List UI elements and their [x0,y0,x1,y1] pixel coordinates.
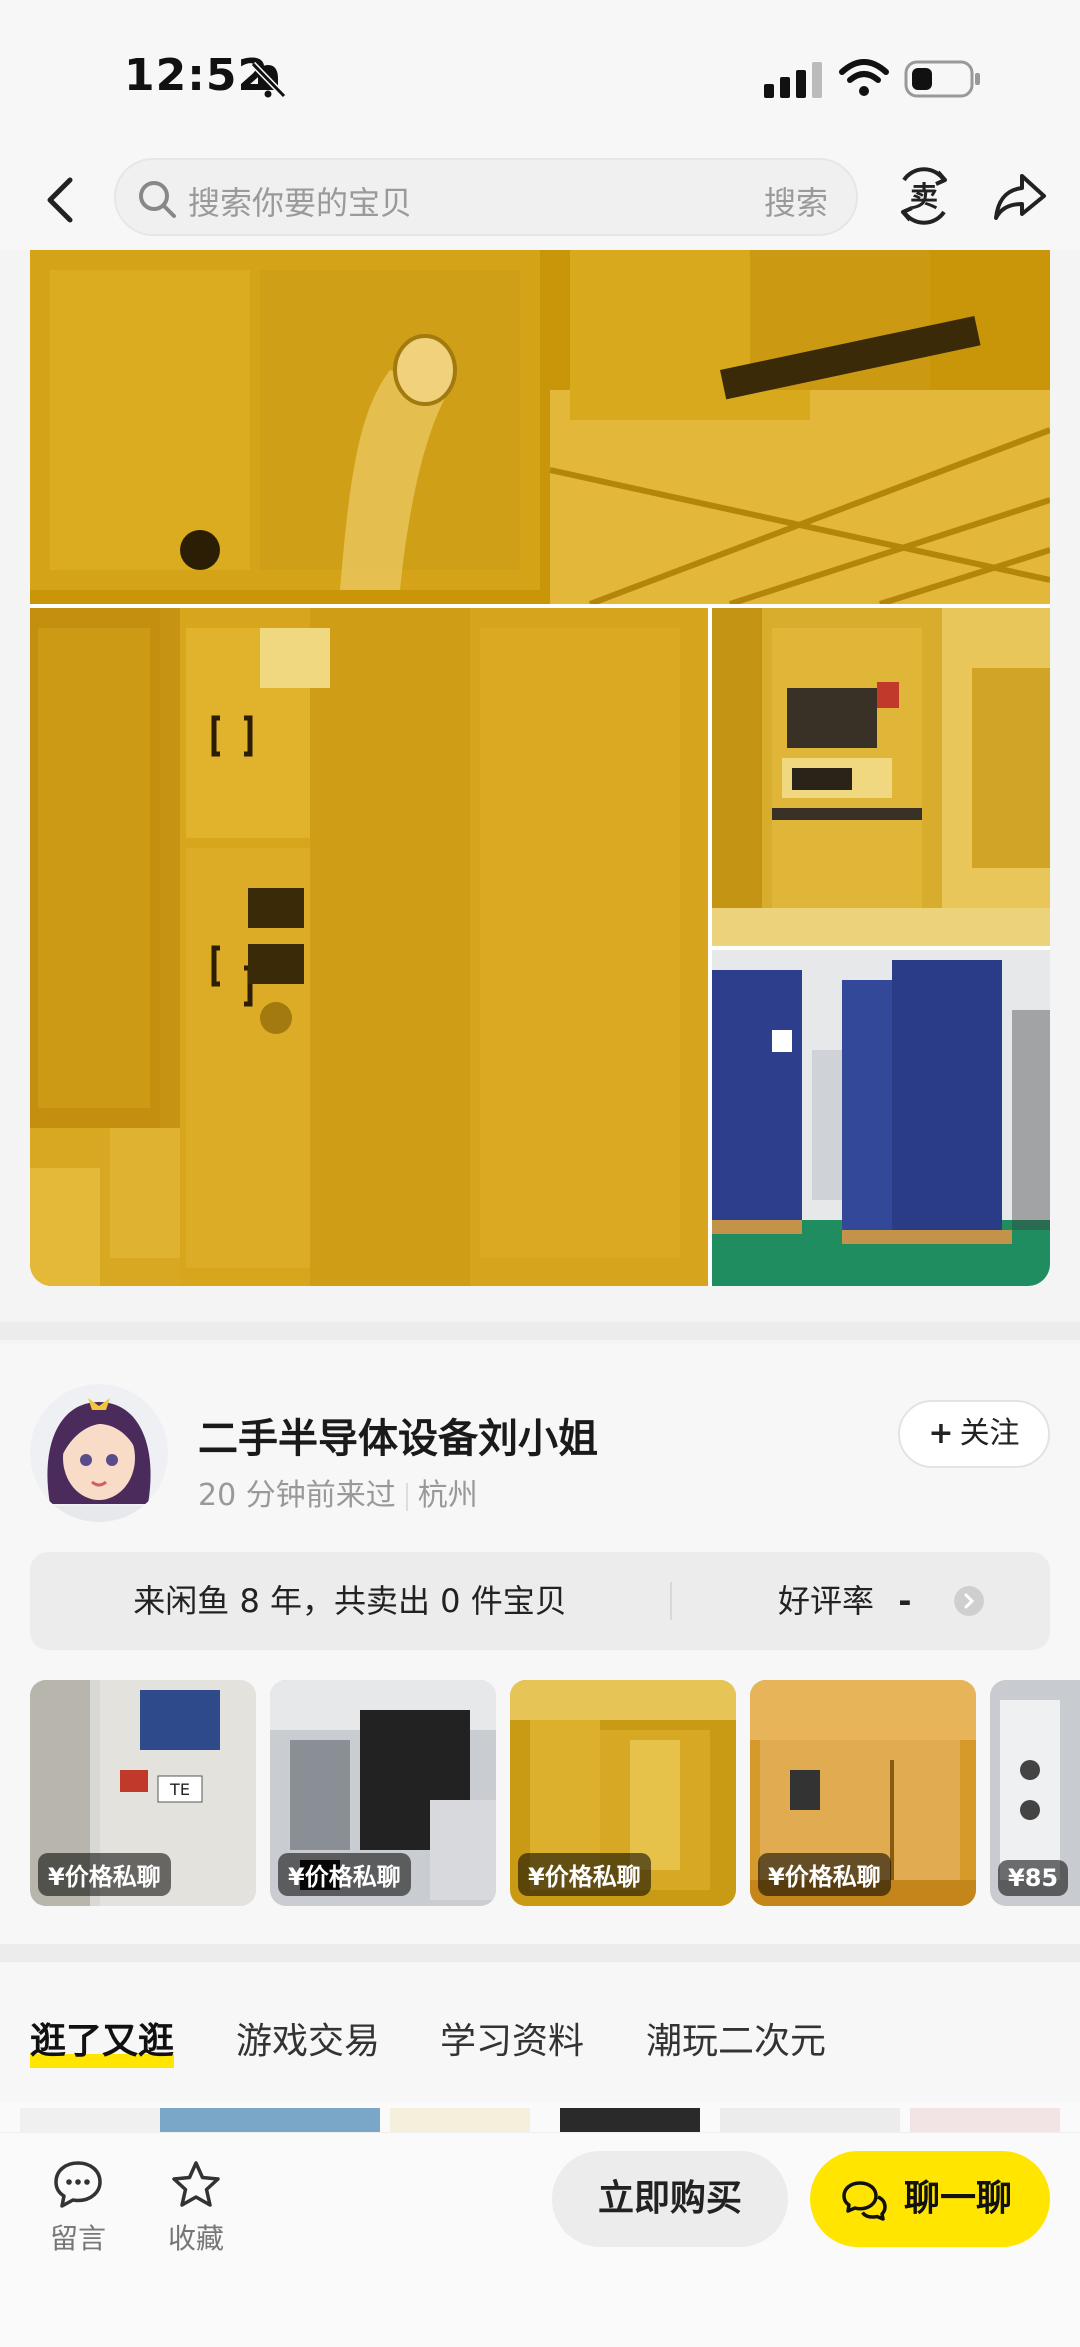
item-price-badge: ¥价格私聊 [758,1853,891,1896]
seller-meta: 20 分钟前来过 杭州 [198,1470,478,1514]
stats-divider [670,1582,672,1620]
recommendation-tabs: 逛了又逛 游戏交易 学习资料 潮玩二次元 [0,1962,1080,2102]
product-photo-1[interactable] [30,250,1050,604]
tab-toys-anime[interactable]: 潮玩二次元 [646,2012,826,2064]
favorite-label: 收藏 [167,2222,224,2255]
rating-value: - [898,1582,912,1620]
favorite-button[interactable]: 收藏 [156,2159,236,2257]
section-divider [0,1322,1080,1340]
chat-label: 聊一聊 [904,2178,1013,2219]
product-photo-collage[interactable] [30,250,1050,1286]
buy-now-button[interactable]: 立即购买 [552,2151,788,2247]
battery-icon [904,60,980,98]
chevron-right-icon [954,1586,984,1616]
share-icon[interactable] [992,168,1048,224]
star-icon [172,2161,220,2207]
tab-game-trade[interactable]: 游戏交易 [236,2012,380,2064]
product-photo-3[interactable] [712,608,1050,946]
seller-item-thumb[interactable]: ¥85 [990,1680,1080,1906]
seller-summary: 来闲鱼 8 年，共卖出 0 件宝贝 [133,1582,567,1620]
top-nav-bar: 搜索你要的宝贝 搜索 卖 [0,150,1080,250]
item-price-badge: ¥价格私聊 [278,1853,411,1896]
bottom-action-bar: 留言 收藏 立即购买 聊一聊 [0,2132,1080,2347]
tab-browse-more[interactable]: 逛了又逛 [30,2012,175,2068]
seller-stats-bar[interactable]: 来闲鱼 8 年，共卖出 0 件宝贝 好评率 - [30,1552,1050,1650]
seller-item-thumb[interactable]: ¥价格私聊 [270,1680,496,1906]
seller-avatar[interactable] [30,1384,168,1522]
bell-muted-icon [250,61,287,99]
thumb-sticker-text: TE [169,1780,190,1799]
meta-divider [405,1482,408,1511]
feed-preview [0,2102,1080,2132]
search-button[interactable]: 搜索 [764,178,828,224]
section-divider [0,1944,1080,1962]
seller-last-seen: 20 分钟前来过 [198,1478,396,1513]
tab-study-materials[interactable]: 学习资料 [440,2012,584,2064]
seller-item-thumb[interactable]: TE ¥价格私聊 [30,1680,256,1906]
message-button[interactable]: 留言 [38,2159,118,2257]
seller-item-thumb[interactable]: ¥价格私聊 [510,1680,736,1906]
comment-icon [54,2161,102,2208]
seller-name[interactable]: 二手半导体设备刘小姐 [198,1406,598,1464]
chat-bubble-icon [842,2181,887,2221]
item-price-badge: ¥价格私聊 [38,1853,171,1896]
search-icon [139,181,176,218]
message-label: 留言 [49,2222,106,2255]
status-bar: 12:52 [0,0,1080,150]
seller-section: 二手半导体设备刘小姐 20 分钟前来过 杭州 + 关注 来闲鱼 8 年，共卖出 0 … [0,1344,1080,1944]
seller-items-carousel[interactable]: TE ¥价格私聊 ¥价格私聊 ¥价格私聊 ¥价格私聊 ¥85 [30,1680,1080,1908]
product-photo-4[interactable] [712,950,1050,1286]
plus-icon: + [928,1416,954,1451]
seller-item-thumb[interactable]: ¥价格私聊 [750,1680,976,1906]
product-photo-2[interactable] [30,608,708,1286]
sell-label: 卖 [910,180,938,213]
rating: 好评率 - [778,1552,911,1650]
rating-label: 好评率 [778,1582,875,1620]
cellular-signal-icon [764,62,822,98]
follow-button[interactable]: + 关注 [898,1400,1050,1468]
back-arrow-icon[interactable] [40,172,80,228]
seller-location: 杭州 [417,1478,478,1513]
wifi-icon [839,59,889,96]
search-placeholder[interactable]: 搜索你要的宝贝 [188,178,412,224]
item-price-badge: ¥价格私聊 [518,1853,651,1896]
follow-label: 关注 [959,1416,1020,1451]
sell-icon[interactable]: 卖 [894,160,954,232]
item-price-badge: ¥85 [998,1860,1069,1896]
chat-button[interactable]: 聊一聊 [810,2151,1050,2247]
search-bar[interactable]: 搜索你要的宝贝 搜索 [114,158,858,236]
